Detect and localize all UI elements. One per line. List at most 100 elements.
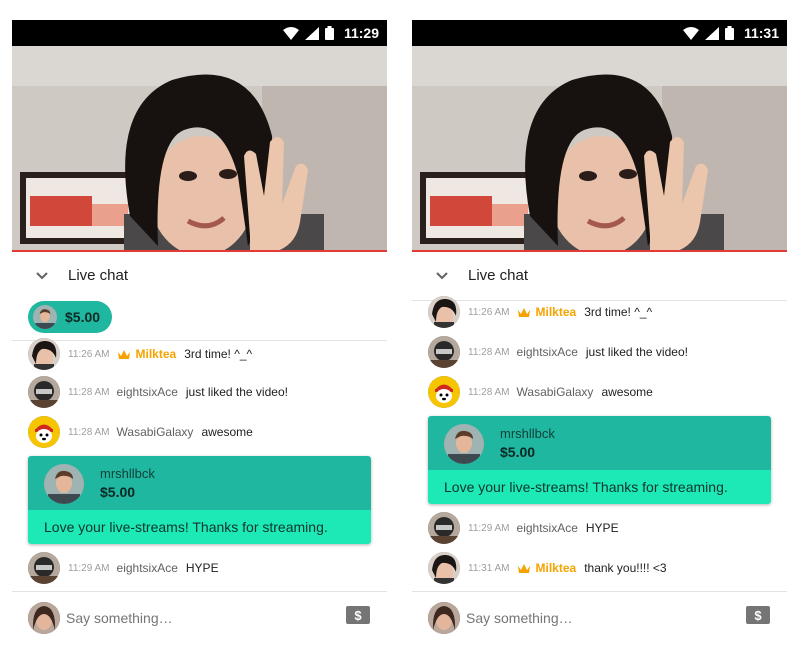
crown-icon: [517, 563, 531, 574]
chat-message: 11:31 AM Milktea thank you!!!! <3: [428, 552, 773, 584]
chat-message: 11:28 AM eightsixAce just liked the vide…: [28, 376, 373, 408]
avatar: [28, 602, 60, 634]
message-text: HYPE: [585, 521, 619, 535]
avatar: [428, 296, 460, 328]
chat-message: 11:29 AM eightsixAce HYPE: [28, 552, 373, 584]
superchat-body: Love your live-streams! Thanks for strea…: [428, 470, 771, 504]
superchat-amount: $5.00: [100, 484, 136, 500]
status-icons: 11:29: [282, 20, 379, 46]
message-timestamp: 11:28 AM: [468, 346, 510, 358]
message-text: awesome: [601, 385, 653, 399]
battery-icon: [724, 26, 734, 40]
video-player[interactable]: [12, 46, 387, 252]
phone-screen-left: 11:29 Live chat $5.00 11:26 AM Milktea 3…: [12, 20, 387, 645]
chat-input[interactable]: [66, 606, 336, 630]
message-text: 3rd time! ^_^: [584, 305, 653, 319]
status-bar: 11:31: [412, 20, 787, 46]
message-author[interactable]: eightsixAce: [517, 345, 578, 359]
message-text: 3rd time! ^_^: [184, 347, 253, 361]
message-author[interactable]: WasabiGalaxy: [117, 425, 194, 439]
super-chat-button[interactable]: $: [746, 606, 770, 624]
avatar: [428, 602, 460, 634]
dollar-icon: $: [754, 608, 762, 622]
message-timestamp: 11:28 AM: [468, 386, 510, 398]
battery-icon: [324, 26, 334, 40]
avatar: [428, 336, 460, 368]
chat-message: 11:26 AM Milktea 3rd time! ^_^: [28, 338, 373, 370]
input-divider: [412, 591, 787, 592]
message-author[interactable]: Milktea: [536, 305, 577, 319]
status-icons: 11:31: [682, 20, 779, 46]
chat-message: 11:26 AM Milktea 3rd time! ^_^: [428, 296, 773, 328]
avatar: [28, 416, 60, 448]
superchat-ticker-chip[interactable]: $5.00: [28, 301, 112, 333]
message-text: awesome: [201, 425, 253, 439]
message-author[interactable]: WasabiGalaxy: [517, 385, 594, 399]
status-bar: 11:29: [12, 20, 387, 46]
message-timestamp: 11:31 AM: [468, 562, 510, 574]
message-text: thank you!!!! <3: [584, 561, 667, 575]
super-chat-button[interactable]: $: [346, 606, 370, 624]
message-timestamp: 11:29 AM: [68, 562, 110, 574]
chat-message: 11:28 AM eightsixAce just liked the vide…: [428, 336, 773, 368]
avatar: [33, 305, 57, 329]
message-author[interactable]: eightsixAce: [117, 561, 178, 575]
svg-text:$: $: [354, 608, 362, 622]
superchat-message: Love your live-streams! Thanks for strea…: [444, 479, 728, 495]
message-author[interactable]: eightsixAce: [117, 385, 178, 399]
avatar: [444, 424, 484, 464]
signal-icon: [304, 26, 319, 40]
chat-title: Live chat: [68, 267, 129, 284]
svg-text:$: $: [754, 608, 762, 622]
chat-input[interactable]: [466, 606, 736, 630]
message-author[interactable]: eightsixAce: [517, 521, 578, 535]
dollar-icon: $: [354, 608, 362, 622]
video-player[interactable]: [412, 46, 787, 252]
avatar: [428, 512, 460, 544]
superchat-body: Love your live-streams! Thanks for strea…: [28, 510, 371, 544]
chat-input-row: $: [12, 598, 387, 645]
message-author[interactable]: Milktea: [136, 347, 177, 361]
chat-message: 11:29 AM eightsixAce HYPE: [428, 512, 773, 544]
superchat-header: mrshllbck $5.00: [428, 416, 771, 470]
chat-message: 11:28 AM WasabiGalaxy awesome: [428, 376, 773, 408]
ticker-amount: $5.00: [65, 309, 101, 325]
avatar: [28, 338, 60, 370]
superchat-amount: $5.00: [500, 444, 536, 460]
video-frame-image: [412, 46, 787, 252]
wifi-icon: [682, 26, 699, 40]
chat-message: 11:28 AM WasabiGalaxy awesome: [28, 416, 373, 448]
superchat-author[interactable]: mrshllbck: [100, 466, 155, 481]
input-divider: [12, 591, 387, 592]
message-timestamp: 11:26 AM: [468, 306, 510, 318]
message-author[interactable]: Milktea: [536, 561, 577, 575]
live-chat-header: Live chat: [412, 254, 787, 298]
message-timestamp: 11:28 AM: [68, 426, 110, 438]
superchat-header: mrshllbck $5.00: [28, 456, 371, 510]
phone-screen-right: 11:31 Live chat 11:26 AM Milktea 3rd tim…: [412, 20, 787, 645]
avatar: [44, 464, 84, 504]
crown-icon: [117, 349, 131, 360]
avatar: [28, 376, 60, 408]
chat-title: Live chat: [468, 267, 529, 284]
chat-input-row: $: [412, 598, 787, 645]
superchat-message: Love your live-streams! Thanks for strea…: [44, 519, 328, 535]
signal-icon: [704, 26, 719, 40]
message-timestamp: 11:28 AM: [68, 386, 110, 398]
crown-icon: [517, 307, 531, 318]
message-timestamp: 11:29 AM: [468, 522, 510, 534]
superchat-card[interactable]: mrshllbck $5.00 Love your live-streams! …: [28, 456, 371, 544]
avatar: [28, 552, 60, 584]
message-text: HYPE: [185, 561, 219, 575]
avatar: [428, 552, 460, 584]
superchat-author[interactable]: mrshllbck: [500, 426, 555, 441]
status-time: 11:29: [343, 25, 379, 41]
superchat-card[interactable]: mrshllbck $5.00 Love your live-streams! …: [428, 416, 771, 504]
video-frame-image: [12, 46, 387, 252]
wifi-icon: [282, 26, 299, 40]
chevron-down-icon[interactable]: [34, 268, 50, 284]
message-text: just liked the video!: [585, 345, 688, 359]
live-chat-header: Live chat: [12, 254, 387, 298]
chevron-down-icon[interactable]: [434, 268, 450, 284]
message-timestamp: 11:26 AM: [68, 348, 110, 360]
